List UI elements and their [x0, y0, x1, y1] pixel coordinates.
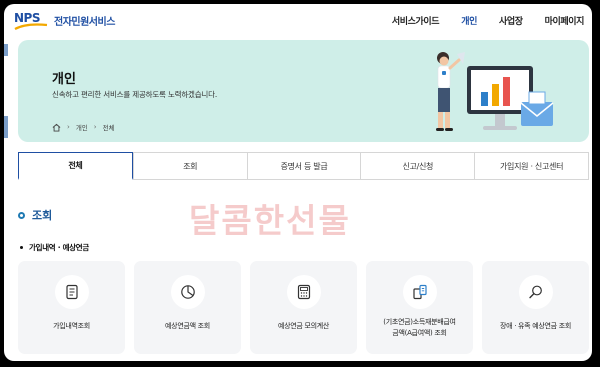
page-frame: NPS 전자민원서비스 서비스가이드 개인 사업장 마이페이지 개인 신속하고 …: [4, 4, 592, 361]
section-bullet-icon: [18, 211, 25, 219]
nav-business[interactable]: 사업장: [499, 14, 523, 27]
document-icon: [54, 275, 89, 309]
tab-report-apply[interactable]: 신고/신청: [360, 153, 474, 179]
watermark-text: 달콤한선물: [189, 201, 351, 240]
breadcrumb-item-personal[interactable]: 개인: [76, 122, 88, 132]
card-pension-simulation[interactable]: 예상연금 모의계산: [250, 261, 357, 354]
card-enrollment-history[interactable]: 가입내역조회: [18, 261, 125, 354]
card-label: 예상연금 모의계산: [277, 322, 330, 330]
breadcrumb-item-all: 전체: [102, 124, 115, 132]
tab-join-support[interactable]: 가입지원 · 신고센터: [474, 153, 588, 179]
card-disability-survivor-pension[interactable]: 장애 · 유족 예상연금 조회: [482, 261, 589, 354]
subsection-bullet-icon: [20, 246, 23, 249]
card-expected-pension[interactable]: 예상연금액 조회: [134, 261, 241, 354]
breadcrumb-separator-icon: ›: [67, 123, 70, 131]
hero-banner: 개인 신속하고 편리한 서비스를 제공하도록 노력하겠습니다. › 개인 › 전…: [18, 40, 589, 142]
service-cards: 가입내역조회 예상연금액 조회 예상연금 모의계산 (기초연금)소득재분배급여 …: [18, 261, 589, 354]
side-quick-tab[interactable]: [4, 44, 8, 56]
page-title: 개인: [52, 72, 76, 87]
tab-certificates[interactable]: 증명서 등 발급: [246, 153, 361, 179]
banner-illustration: [436, 52, 554, 131]
logo-service-name: 전자민원서비스: [54, 16, 115, 28]
site-logo[interactable]: NPS 전자민원서비스: [14, 11, 115, 30]
home-icon[interactable]: [52, 123, 61, 132]
section-title: 조회: [18, 207, 52, 223]
page-subtitle: 신속하고 편리한 서비스를 제공하도록 노력하겠습니다.: [52, 90, 218, 99]
nps-logo-mark: NPS: [14, 11, 48, 30]
tab-all[interactable]: 전체: [18, 152, 133, 180]
site-header: NPS 전자민원서비스 서비스가이드 개인 사업장 마이페이지: [4, 4, 592, 40]
card-basic-pension-redistribution[interactable]: (기초연금)소득재분배급여 금액(A급여액) 조회: [366, 261, 473, 354]
card-label-line2: 금액(A급여액) 조회: [392, 329, 447, 337]
side-quick-tab-2[interactable]: [4, 116, 8, 138]
section-title-text: 조회: [32, 209, 53, 222]
subsection-title-text: 가입내역 · 예상연금: [29, 243, 89, 252]
card-label: 가입내역조회: [53, 322, 90, 330]
tab-inquiry[interactable]: 조회: [132, 153, 247, 179]
category-tabs: 전체 조회 증명서 등 발급 신고/신청 가입지원 · 신고센터: [18, 152, 589, 180]
pie-chart-icon: [170, 275, 205, 309]
card-label: 예상연금액 조회: [165, 322, 210, 330]
card-label-line1: (기초연금)소득재분배급여: [383, 318, 456, 326]
calculator-icon: [286, 275, 321, 309]
subsection-title: 가입내역 · 예상연금: [20, 242, 89, 253]
nav-service-guide[interactable]: 서비스가이드: [392, 14, 440, 27]
nav-mypage[interactable]: 마이페이지: [545, 14, 585, 27]
main-nav: 서비스가이드 개인 사업장 마이페이지: [392, 14, 584, 27]
logo-swoosh-icon: [14, 23, 48, 30]
breadcrumb-separator-icon: ›: [93, 123, 97, 131]
magnifier-icon: [518, 275, 553, 309]
nav-personal[interactable]: 개인: [461, 14, 477, 27]
breadcrumb: › 개인 › 전체: [52, 122, 115, 132]
card-label: 장애 · 유족 예상연금 조회: [499, 322, 572, 330]
card-label: (기초연금)소득재분배급여 금액(A급여액) 조회: [366, 317, 473, 339]
documents-icon: [402, 275, 437, 309]
